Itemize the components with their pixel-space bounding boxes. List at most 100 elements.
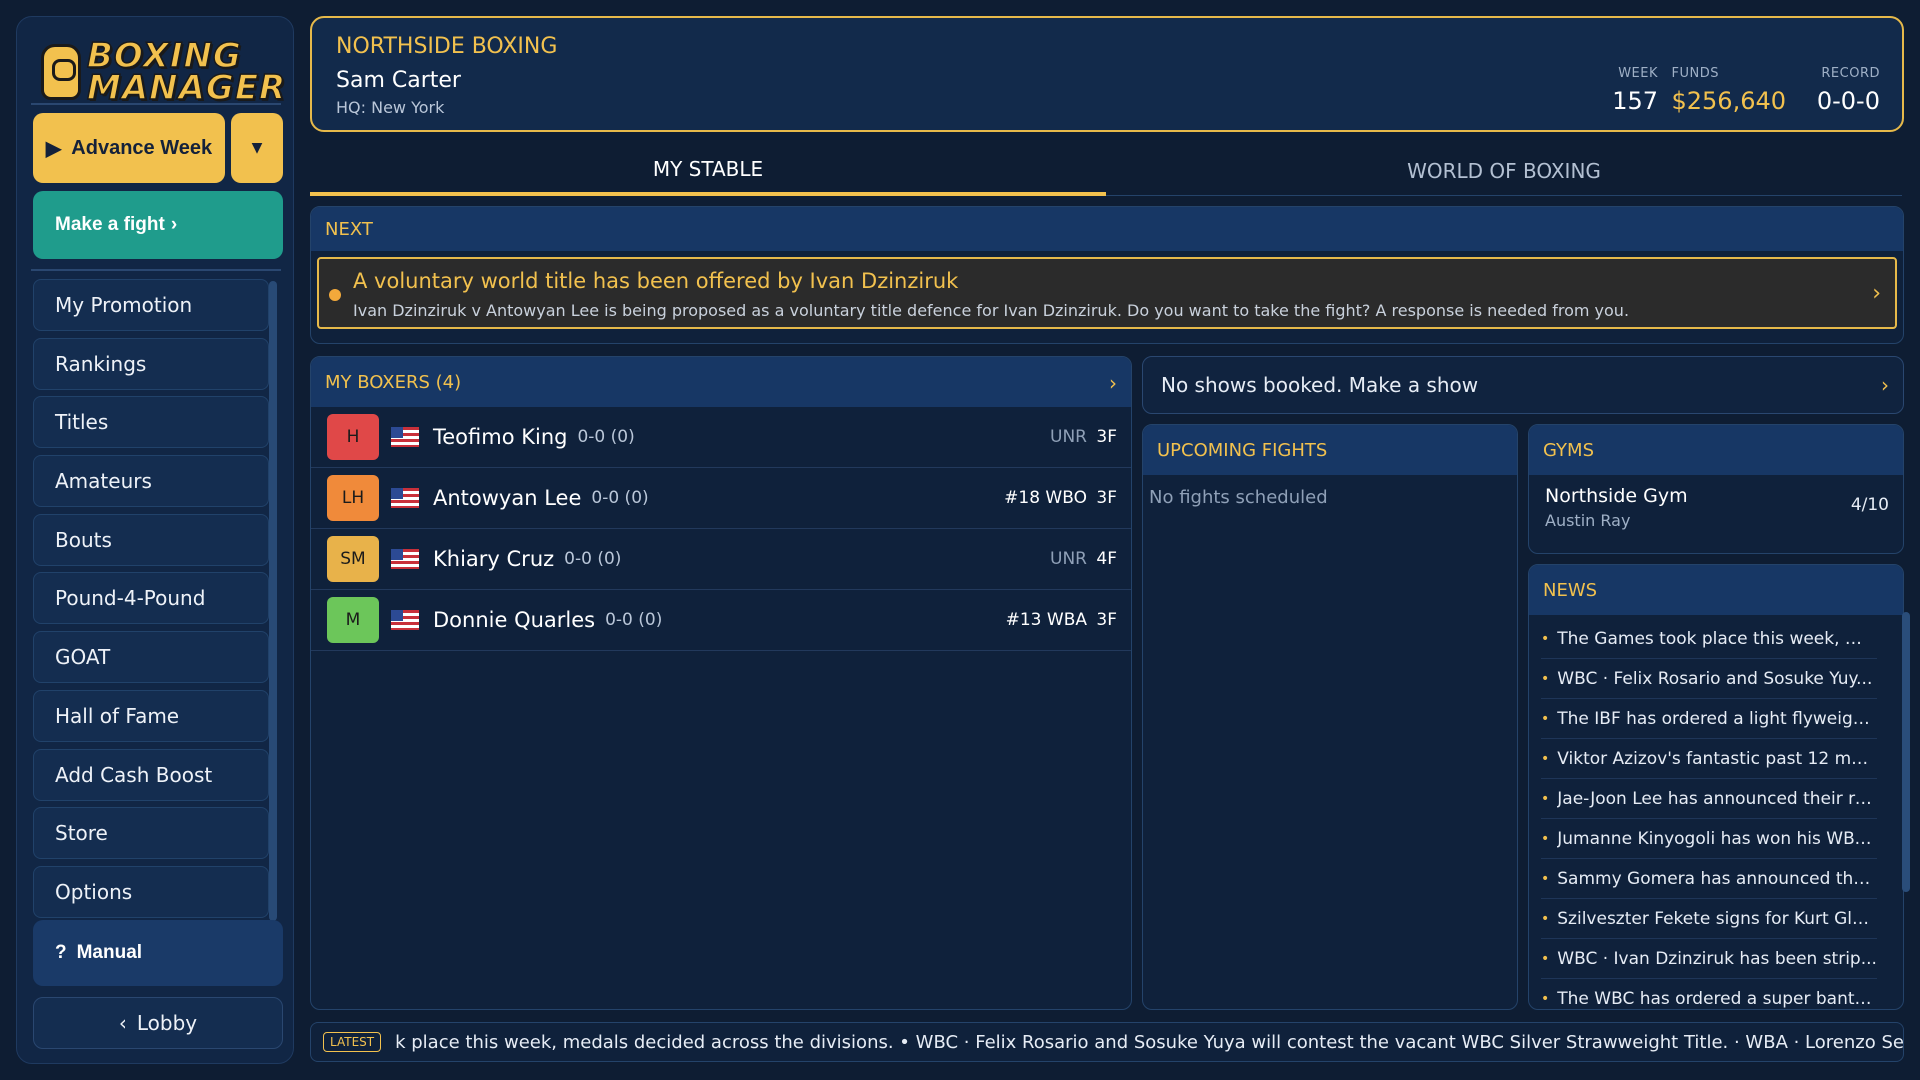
headquarters: HQ: New York [336,98,445,117]
nav-pound-4-pound[interactable]: Pound-4-Pound [33,572,269,625]
boxer-row[interactable]: SM Khiary Cruz 0-0 (0) UNR 4F [311,529,1131,590]
tab-world-of-boxing[interactable]: WORLD OF BOXING [1106,146,1902,196]
funds-label: FUNDS [1671,66,1719,81]
news-item[interactable]: • Viktor Azizov's fantastic past 12 mo... [1541,739,1877,779]
boxer-name: Donnie Quarles [433,608,596,632]
news-item[interactable]: • WBC · Ivan Dzinziruk has been strip... [1541,939,1877,979]
nav-options[interactable]: Options [33,865,269,918]
nav-amateurs[interactable]: Amateurs [33,455,269,508]
nav-goat[interactable]: GOAT [33,631,269,684]
offer-title: A voluntary world title has been offered… [353,269,959,293]
news-item[interactable]: • The IBF has ordered a light flyweight..… [1541,699,1877,739]
my-boxers-header[interactable]: MY BOXERS (4) › [311,357,1131,407]
boxer-fitness: 3F [1096,610,1117,630]
main-nav: My Promotion Rankings Titles Amateurs Bo… [33,279,269,927]
my-boxers-panel: MY BOXERS (4) › H Teofimo King 0-0 (0) U… [310,356,1132,1010]
week-stat: WEEK 157 [1612,66,1658,115]
news-text: Viktor Azizov's fantastic past 12 mo... [1557,748,1877,769]
news-item[interactable]: • Szilveszter Fekete signs for Kurt Glo..… [1541,899,1877,939]
bullet-icon: • [1541,630,1550,647]
lobby-label: Lobby [136,1011,198,1035]
manual-label: Manual [76,942,143,963]
boxer-name: Khiary Cruz [433,547,555,571]
funds-value: $256,640 [1671,87,1786,115]
play-icon: ▶ [45,137,62,160]
nav-scrollbar[interactable] [269,281,277,921]
chevron-right-icon: › [1881,373,1889,397]
advance-options-dropdown[interactable]: ▼ [231,113,283,183]
news-text: Sammy Gomera has announced thei... [1557,868,1877,889]
nav-titles[interactable]: Titles [33,396,269,449]
news-text: The IBF has ordered a light flyweight... [1557,708,1877,729]
divider [31,269,281,271]
upcoming-fights-heading: UPCOMING FIGHTS [1143,425,1517,475]
make-a-fight-label: Make a fight [55,214,165,235]
funds-stat: FUNDS $256,640 [1671,66,1786,115]
manager-name: Sam Carter [336,68,461,93]
shows-label: No shows booked. Make a show [1161,373,1479,397]
news-item[interactable]: • The Games took place this week, me... [1541,619,1877,659]
gyms-heading: GYMS [1529,425,1903,475]
news-item[interactable]: • Jae-Joon Lee has announced their re... [1541,779,1877,819]
news-item[interactable]: • The WBC has ordered a super banta... [1541,979,1877,1009]
news-text: Szilveszter Fekete signs for Kurt Glo... [1557,908,1877,929]
news-heading: NEWS [1529,565,1903,615]
divider [31,103,281,105]
offer-description: Ivan Dzinziruk v Antowyan Lee is being p… [353,301,1630,320]
news-list: • The Games took place this week, me... •… [1541,619,1877,1009]
make-a-fight-button[interactable]: Make a fight › [33,191,283,259]
next-heading: NEXT [311,207,1903,251]
bullet-icon: • [1541,670,1550,687]
bullet-icon: • [1541,950,1550,967]
no-fights-message: No fights scheduled [1149,487,1328,508]
nav-store[interactable]: Store [33,807,269,860]
bullet-icon: • [1541,750,1550,767]
boxer-row[interactable]: H Teofimo King 0-0 (0) UNR 3F [311,407,1131,468]
usa-flag-icon [391,488,419,508]
latest-badge: LATEST [323,1032,382,1052]
advance-week-button[interactable]: ▶ Advance Week [33,113,225,183]
nav-rankings[interactable]: Rankings [33,337,269,390]
week-value: 157 [1612,87,1658,115]
usa-flag-icon [391,610,419,630]
boxer-fitness: 3F [1096,488,1117,508]
usa-flag-icon [391,427,419,447]
nav-add-cash-boost[interactable]: Add Cash Boost [33,748,269,801]
bullet-icon: • [1541,710,1550,727]
bullet-icon: • [1541,990,1550,1007]
news-text: The WBC has ordered a super banta... [1557,988,1877,1009]
chevron-right-icon: › [170,214,178,235]
title-offer-notification[interactable]: A voluntary world title has been offered… [317,257,1897,329]
boxer-row[interactable]: LH Antowyan Lee 0-0 (0) #18 WBO 3F [311,468,1131,529]
promotion-header: NORTHSIDE BOXING Sam Carter HQ: New York… [310,16,1904,132]
news-scrollbar[interactable] [1902,612,1910,892]
boxer-record: 0-0 (0) [605,610,663,630]
tab-my-stable[interactable]: MY STABLE [310,146,1106,196]
news-item[interactable]: • Jumanne Kinyogoli has won his WBC... [1541,819,1877,859]
chevron-right-icon: › [1872,281,1881,306]
my-boxers-heading: MY BOXERS (4) [325,371,462,393]
ticker-text: k place this week, medals decided across… [395,1031,1904,1053]
nav-my-promotion[interactable]: My Promotion [33,279,269,331]
news-item[interactable]: • Sammy Gomera has announced thei... [1541,859,1877,899]
nav-bouts[interactable]: Bouts [33,513,269,566]
manual-button[interactable]: ? Manual [33,920,283,986]
bullet-icon: • [1541,790,1550,807]
upcoming-fights-panel: UPCOMING FIGHTS No fights scheduled [1142,424,1518,1010]
latest-news-ticker: LATEST k place this week, medals decided… [310,1022,1904,1062]
weight-class-badge: M [327,597,379,643]
make-a-show-button[interactable]: No shows booked. Make a show › [1142,356,1904,414]
bullet-icon: • [1541,830,1550,847]
boxer-fitness: 3F [1096,427,1117,447]
alert-dot-icon [329,289,341,301]
news-item[interactable]: • WBC · Felix Rosario and Sosuke Yuy... [1541,659,1877,699]
boxer-fitness: 4F [1096,549,1117,569]
promotion-name: NORTHSIDE BOXING [336,34,558,59]
boxer-name: Antowyan Lee [433,486,582,510]
lobby-button[interactable]: ‹ Lobby [33,997,283,1049]
boxer-name: Teofimo King [433,425,568,449]
boxer-record: 0-0 (0) [591,488,649,508]
boxer-row[interactable]: M Donnie Quarles 0-0 (0) #13 WBA 3F [311,590,1131,651]
nav-hall-of-fame[interactable]: Hall of Fame [33,689,269,742]
record-value: 0-0-0 [1816,87,1880,115]
